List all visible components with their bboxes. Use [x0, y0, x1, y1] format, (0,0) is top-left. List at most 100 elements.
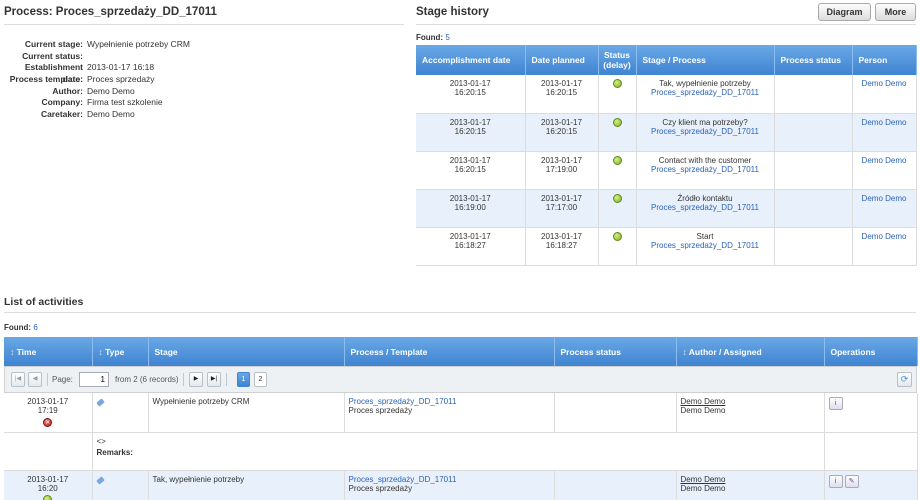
- activity-row[interactable]: 2013-01-17 17:19 ✕ Wypełnienie potrzeby …: [4, 393, 918, 433]
- page-number-1[interactable]: 1: [237, 372, 250, 387]
- col-stage-process[interactable]: Stage / Process: [636, 45, 775, 75]
- stage-cell: Start Proces_sprzedaży_DD_17011: [636, 227, 775, 266]
- overdue-status-icon: ✕: [43, 418, 53, 427]
- page-label: Page:: [52, 375, 73, 384]
- stage-cell: Tak, wypełnienie potrzeby: [148, 470, 345, 500]
- planned-date-cell: 2013-01-17 16:20:15: [525, 113, 599, 152]
- process-status-cell: [774, 113, 853, 152]
- page-number-2[interactable]: 2: [254, 372, 267, 387]
- pager-separator: [47, 373, 48, 386]
- col-process-status[interactable]: Process status: [774, 45, 853, 75]
- status-ok-icon: [612, 117, 622, 127]
- next-page-button[interactable]: ▶: [189, 372, 203, 387]
- status-cell: [598, 113, 637, 152]
- col-person[interactable]: Person: [852, 45, 917, 75]
- detail-current-status: Current status:: [22, 50, 83, 61]
- info-icon[interactable]: i: [828, 474, 843, 488]
- operations-cell: i ✎: [824, 470, 918, 500]
- status-ok-icon: [612, 231, 622, 241]
- type-cell: [92, 470, 149, 500]
- col-type[interactable]: ↕ Type: [92, 337, 149, 366]
- process-details: Current stage: Wypełnienie potrzeby CRM …: [4, 39, 404, 121]
- status-cell: [598, 151, 637, 190]
- pager-toolbar: |◀ ◀ Page: from 2 (6 records) ▶ ▶| 1 2 ⟳: [4, 366, 917, 393]
- col-process-template[interactable]: Process / Template: [344, 337, 555, 366]
- process-link[interactable]: Proces_sprzedaży_DD_17011: [637, 241, 774, 250]
- page-input[interactable]: [79, 372, 109, 387]
- col-author-assigned[interactable]: ↕ Author / Assigned: [676, 337, 825, 366]
- tag-icon: [95, 475, 105, 485]
- acc-date-cell: 2013-01-17 16:18:27: [416, 227, 526, 266]
- activity-remarks-row: <> Remarks:: [4, 432, 918, 471]
- process-status-cell: [554, 470, 677, 500]
- process-link[interactable]: Proces_sprzedaży_DD_17011: [637, 165, 774, 174]
- process-template-cell: Proces_sprzedaży_DD_17011 Proces sprzeda…: [344, 393, 555, 433]
- stage-cell: Contact with the customer Proces_sprzedaż…: [636, 151, 775, 190]
- title-divider: [4, 24, 404, 25]
- activities-found: Found: 6: [4, 323, 38, 332]
- status-ok-icon: [43, 494, 53, 500]
- status-ok-icon: [612, 79, 622, 88]
- stage-history-row[interactable]: 2013-01-17 16:19:00 2013-01-17 17:17:00 Źr…: [416, 189, 917, 228]
- process-link[interactable]: Proces_sprzedaży_DD_17011: [637, 88, 774, 97]
- person-cell: Demo Demo: [852, 227, 917, 266]
- col-time[interactable]: ↕ Time: [4, 337, 93, 366]
- remarks-label: Remarks:: [96, 447, 133, 457]
- process-link[interactable]: Proces_sprzedaży_DD_17011: [349, 475, 550, 484]
- detail-company: Company: Firma test szkolenie: [41, 97, 163, 108]
- person-link[interactable]: Demo Demo: [862, 156, 907, 165]
- first-page-button[interactable]: |◀: [11, 372, 25, 387]
- author-link[interactable]: Demo Demo: [681, 397, 820, 406]
- detail-process-template: Process template: Proces sprzedaży: [9, 74, 155, 85]
- stage-history-row[interactable]: 2013-01-17 16:20:15 2013-01-17 16:20:15 Cz…: [416, 113, 917, 152]
- col-process-status[interactable]: Process status: [554, 337, 677, 366]
- process-status-cell: [774, 189, 853, 228]
- more-button[interactable]: More: [875, 3, 916, 21]
- stage-history-row[interactable]: 2013-01-17 16:20:15 2013-01-17 16:20:15 Ta…: [416, 75, 917, 114]
- col-stage[interactable]: Stage: [148, 337, 345, 366]
- person-link[interactable]: Demo Demo: [862, 79, 907, 88]
- status-cell: [598, 227, 637, 266]
- person-link[interactable]: Demo Demo: [862, 118, 907, 127]
- planned-date-cell: 2013-01-17 16:18:27: [525, 227, 599, 266]
- col-accomplishment-date[interactable]: Accomplishment date: [416, 45, 526, 75]
- stage-history-table: Accomplishment date Date planned Status …: [416, 45, 917, 266]
- process-link[interactable]: Proces_sprzedaży_DD_17011: [637, 203, 774, 212]
- col-operations[interactable]: Operations: [824, 337, 918, 366]
- activity-row[interactable]: 2013-01-17 16:20 Tak, wypełnienie potrze…: [4, 470, 918, 500]
- author-link[interactable]: Demo Demo: [681, 475, 820, 484]
- stage-history-found: Found: 5: [416, 33, 450, 42]
- last-page-button[interactable]: ▶|: [207, 372, 221, 387]
- acc-date-cell: 2013-01-17 16:20:15: [416, 75, 526, 114]
- process-status-cell: [554, 393, 677, 433]
- stage-history-title: Stage history: [416, 6, 489, 18]
- stage-history-row[interactable]: 2013-01-17 16:18:27 2013-01-17 16:18:27 St…: [416, 227, 917, 266]
- author-assigned-cell: Demo Demo Demo Demo: [676, 393, 825, 433]
- col-status-delay[interactable]: Status (delay): [598, 45, 637, 75]
- stage-history-header: Accomplishment date Date planned Status …: [416, 45, 917, 75]
- process-link[interactable]: Proces_sprzedaży_DD_17011: [349, 397, 550, 406]
- person-link[interactable]: Demo Demo: [862, 194, 907, 203]
- activities-header-table: ↕ Time ↕ Type Stage Process / Template P…: [4, 337, 918, 366]
- edit-icon[interactable]: ✎: [844, 474, 859, 488]
- tag-icon: [95, 398, 105, 407]
- col-date-planned[interactable]: Date planned: [525, 45, 599, 75]
- detail-current-stage: Current stage: Wypełnienie potrzeby CRM: [24, 39, 190, 49]
- refresh-icon[interactable]: ⟳: [897, 372, 912, 387]
- stage-cell: Źródło kontaktu Proces_sprzedaży_DD_17011: [636, 189, 775, 228]
- activities-divider: [4, 312, 916, 313]
- info-icon[interactable]: i: [828, 397, 843, 410]
- diagram-button[interactable]: Diagram: [818, 3, 871, 21]
- prev-page-button[interactable]: ◀: [28, 372, 42, 387]
- status-ok-icon: [612, 155, 622, 165]
- process-link[interactable]: Proces_sprzedaży_DD_17011: [637, 127, 774, 136]
- planned-date-cell: 2013-01-17 17:17:00: [525, 189, 599, 228]
- detail-caretaker: Caretaker: Demo Demo: [40, 109, 135, 120]
- person-link[interactable]: Demo Demo: [862, 232, 907, 241]
- stage-cell: Wypełnienie potrzeby CRM: [148, 393, 345, 433]
- operations-cell: i: [824, 393, 918, 433]
- remarks-cell: <> Remarks:: [92, 432, 825, 471]
- stage-history-row[interactable]: 2013-01-17 16:20:15 2013-01-17 17:19:00 Co…: [416, 151, 917, 190]
- process-title: Process: Proces_sprzedaży_DD_17011: [4, 6, 217, 18]
- stage-history-found-count: 5: [445, 33, 450, 42]
